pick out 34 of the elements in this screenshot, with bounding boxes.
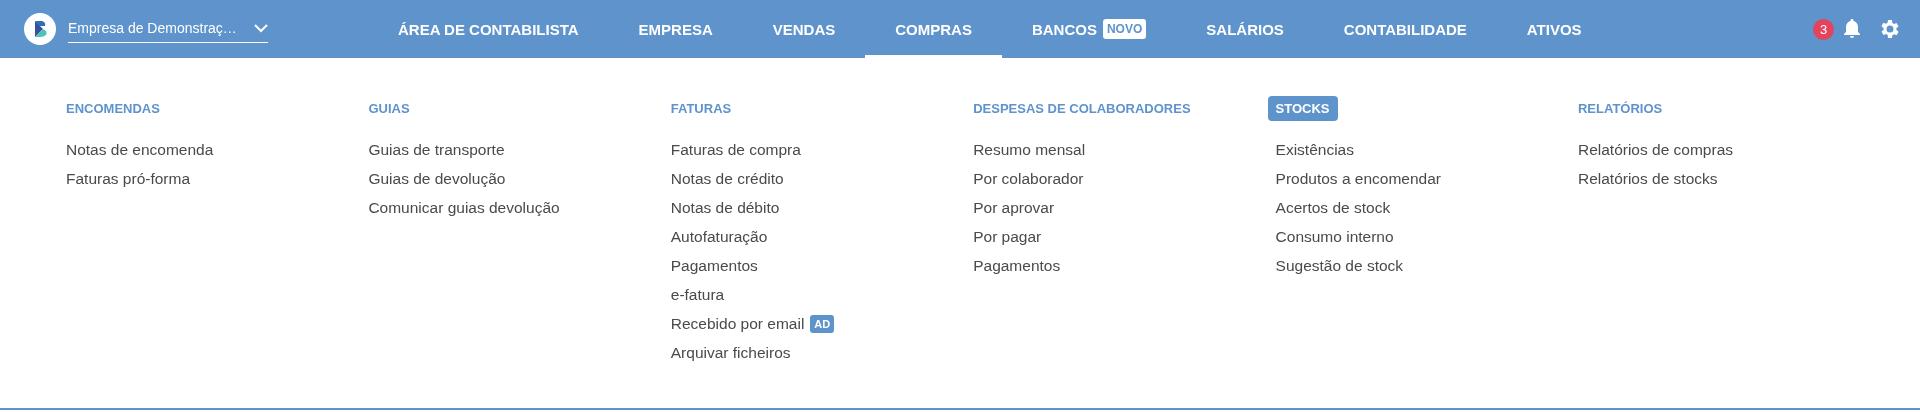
menu-link[interactable]: Recebido por email [670,314,805,333]
menu-link[interactable]: Por colaborador [973,169,1084,188]
menu-link[interactable]: Pagamentos [973,256,1061,275]
menu-link[interactable]: Notas de débito [670,198,780,217]
notification-count: 3 [1813,18,1834,40]
section-heading: ENCOMENDAS [65,100,161,118]
menu-link[interactable]: Existências [1275,140,1354,159]
menu-link[interactable]: Faturas de compra [670,140,801,159]
menu-link[interactable]: Produtos a encomendar [1275,169,1441,188]
tag: AD [810,314,835,333]
menu-link[interactable]: Sugestão de stock [1275,256,1404,275]
section-heading: STOCKS [1267,96,1338,121]
new-badge: NOVO [1102,19,1147,39]
section-heading: FATURAS [669,100,733,118]
menu-link[interactable]: Notas de crédito [670,169,784,188]
menu-link[interactable]: Consumo interno [1275,227,1394,246]
menu-link[interactable]: Acertos de stock [1275,198,1391,217]
menu-link[interactable]: Relatórios de stocks [1577,169,1718,188]
menu-link[interactable]: Resumo mensal [973,140,1086,159]
menu-link[interactable]: Notas de encomenda [66,140,214,159]
menu-link[interactable]: Por pagar [973,227,1042,246]
section-heading: DESPESAS DE COLABORADORES [972,100,1192,118]
menu-link[interactable]: Guias de devolução [368,169,506,188]
menu-link[interactable]: Relatórios de compras [1577,140,1734,159]
section-heading: GUIAS [367,100,411,118]
menu-link[interactable]: Comunicar guias devolução [368,198,560,217]
menu-link[interactable]: e-fatura [670,285,725,304]
menu-link[interactable]: Pagamentos [670,256,758,275]
menu-link[interactable]: Arquivar ficheiros [670,343,791,362]
menu-link[interactable]: Guias de transporte [368,140,505,159]
menu-link[interactable]: Faturas pró-forma [66,169,191,188]
section-heading: RELATÓRIOS [1576,100,1664,118]
menu-link[interactable]: Autofaturação [670,227,768,246]
menu-link[interactable]: Por aprovar [973,198,1055,217]
